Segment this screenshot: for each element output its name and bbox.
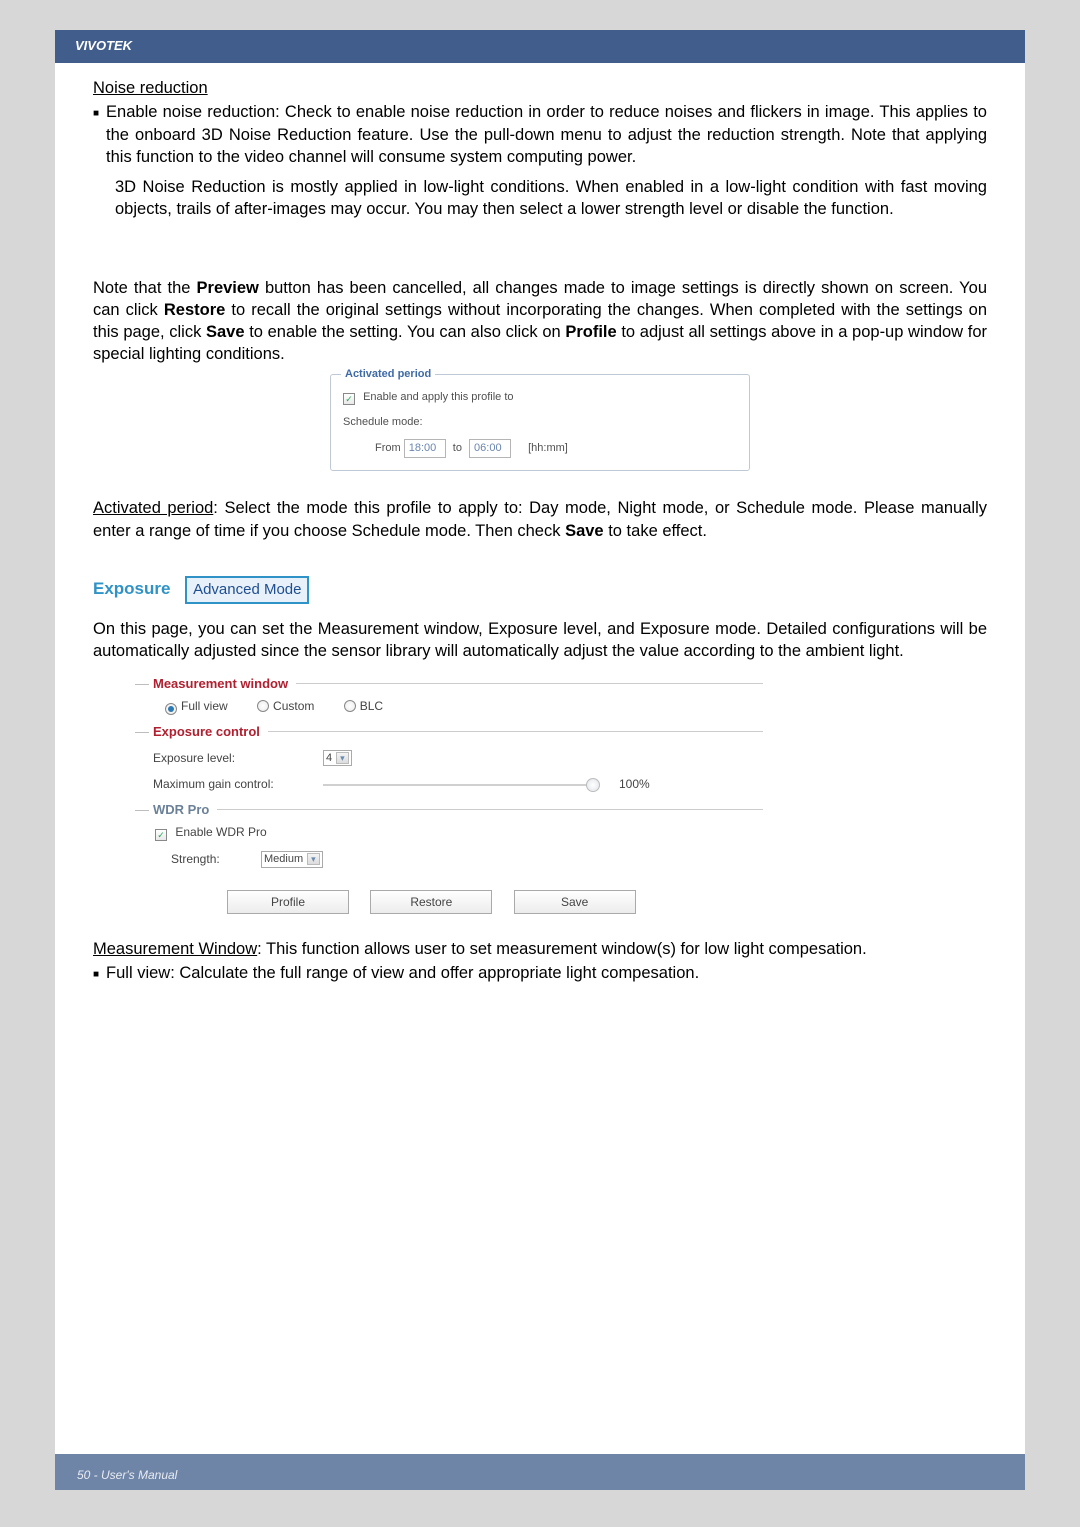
time-hint: [hh:mm] — [528, 442, 568, 454]
slider-thumb-icon[interactable] — [586, 778, 600, 792]
max-gain-slider[interactable] — [323, 784, 593, 786]
noise-p2: 3D Noise Reduction is mostly applied in … — [115, 176, 987, 221]
checkbox-enable-wdr[interactable]: ✓ — [155, 829, 167, 841]
max-gain-value: 100% — [619, 776, 650, 792]
page-footer: 50 - User's Manual — [55, 1454, 1025, 1490]
chevron-down-icon: ▾ — [307, 853, 320, 865]
measurement-window-fieldset: — Measurement window Full view Custom BL… — [153, 683, 763, 715]
restore-button[interactable]: Restore — [370, 890, 492, 914]
exposure-heading-row: Exposure Advanced Mode — [93, 576, 987, 604]
wdr-pro-fieldset: — WDR Pro ✓ Enable WDR Pro Strength: Med… — [153, 809, 763, 868]
ec-legend: Exposure control — [153, 723, 268, 741]
measurement-window-text: Measurement Window: This function allows… — [93, 938, 987, 960]
noise-reduction-section: Noise reduction ■ Enable noise reduction… — [93, 77, 987, 221]
dash-icon: — — [135, 800, 149, 819]
opt-blc[interactable]: BLC — [344, 699, 383, 713]
footer-text: 50 - User's Manual — [77, 1468, 177, 1482]
schedule-time-row: From 18:00 to 06:00 [hh:mm] — [375, 439, 737, 458]
mw-legend: Measurement window — [153, 675, 296, 693]
from-time-input[interactable]: 18:00 — [404, 439, 446, 458]
brand-header: VIVOTEK — [55, 30, 1025, 61]
brand-text: VIVOTEK — [75, 38, 132, 53]
exposure-level-label: Exposure level: — [153, 750, 323, 766]
enable-profile-label: Enable and apply this profile to — [363, 391, 513, 403]
profile-button[interactable]: Profile — [227, 890, 349, 914]
noise-p1: Enable noise reduction: Check to enable … — [106, 101, 987, 168]
noise-heading: Noise reduction — [93, 79, 208, 97]
checkbox-enable-profile[interactable]: ✓ — [343, 393, 355, 405]
radio-icon — [257, 700, 269, 712]
opt-custom[interactable]: Custom — [257, 699, 314, 713]
to-time-input[interactable]: 06:00 — [469, 439, 511, 458]
enable-wdr-label: Enable WDR Pro — [175, 825, 266, 839]
exposure-form: — Measurement window Full view Custom BL… — [153, 683, 763, 914]
noise-bullet-1: ■ Enable noise reduction: Check to enabl… — [93, 101, 987, 168]
activated-period-text: Activated period: Select the mode this p… — [93, 497, 987, 542]
preview-note: Note that the Preview button has been ca… — [93, 277, 987, 366]
strength-select[interactable]: Medium▾ — [261, 851, 323, 868]
enable-profile-row: ✓ Enable and apply this profile to — [343, 390, 737, 405]
activated-period-panel: Activated period ✓ Enable and apply this… — [330, 374, 750, 472]
button-row: Profile Restore Save — [153, 890, 763, 914]
exposure-level-select[interactable]: 4▾ — [323, 750, 352, 767]
to-label: to — [453, 442, 462, 454]
schedule-mode-label: Schedule mode: — [343, 415, 737, 430]
square-bullet-icon: ■ — [93, 968, 99, 984]
chevron-down-icon: ▾ — [336, 752, 349, 764]
activated-legend: Activated period — [341, 368, 435, 380]
radio-icon — [165, 703, 177, 715]
exposure-title: Exposure — [93, 579, 170, 598]
square-bullet-icon: ■ — [93, 107, 99, 168]
opt-full-view[interactable]: Full view — [165, 699, 228, 713]
dash-icon: — — [135, 722, 149, 741]
exposure-control-fieldset: — Exposure control Exposure level: 4▾ Ma… — [153, 731, 763, 793]
radio-icon — [344, 700, 356, 712]
manual-page: VIVOTEK Noise reduction ■ Enable noise r… — [55, 30, 1025, 1490]
page-content: Noise reduction ■ Enable noise reduction… — [55, 63, 1025, 984]
save-button[interactable]: Save — [514, 890, 636, 914]
mw-bullet: ■ Full view: Calculate the full range of… — [93, 962, 987, 984]
wdr-legend: WDR Pro — [153, 801, 217, 819]
advanced-mode-badge: Advanced Mode — [185, 576, 309, 604]
exposure-intro: On this page, you can set the Measuremen… — [93, 618, 987, 663]
from-label: From — [375, 442, 401, 454]
strength-label: Strength: — [171, 851, 261, 867]
dash-icon: — — [135, 674, 149, 693]
max-gain-label: Maximum gain control: — [153, 776, 323, 792]
